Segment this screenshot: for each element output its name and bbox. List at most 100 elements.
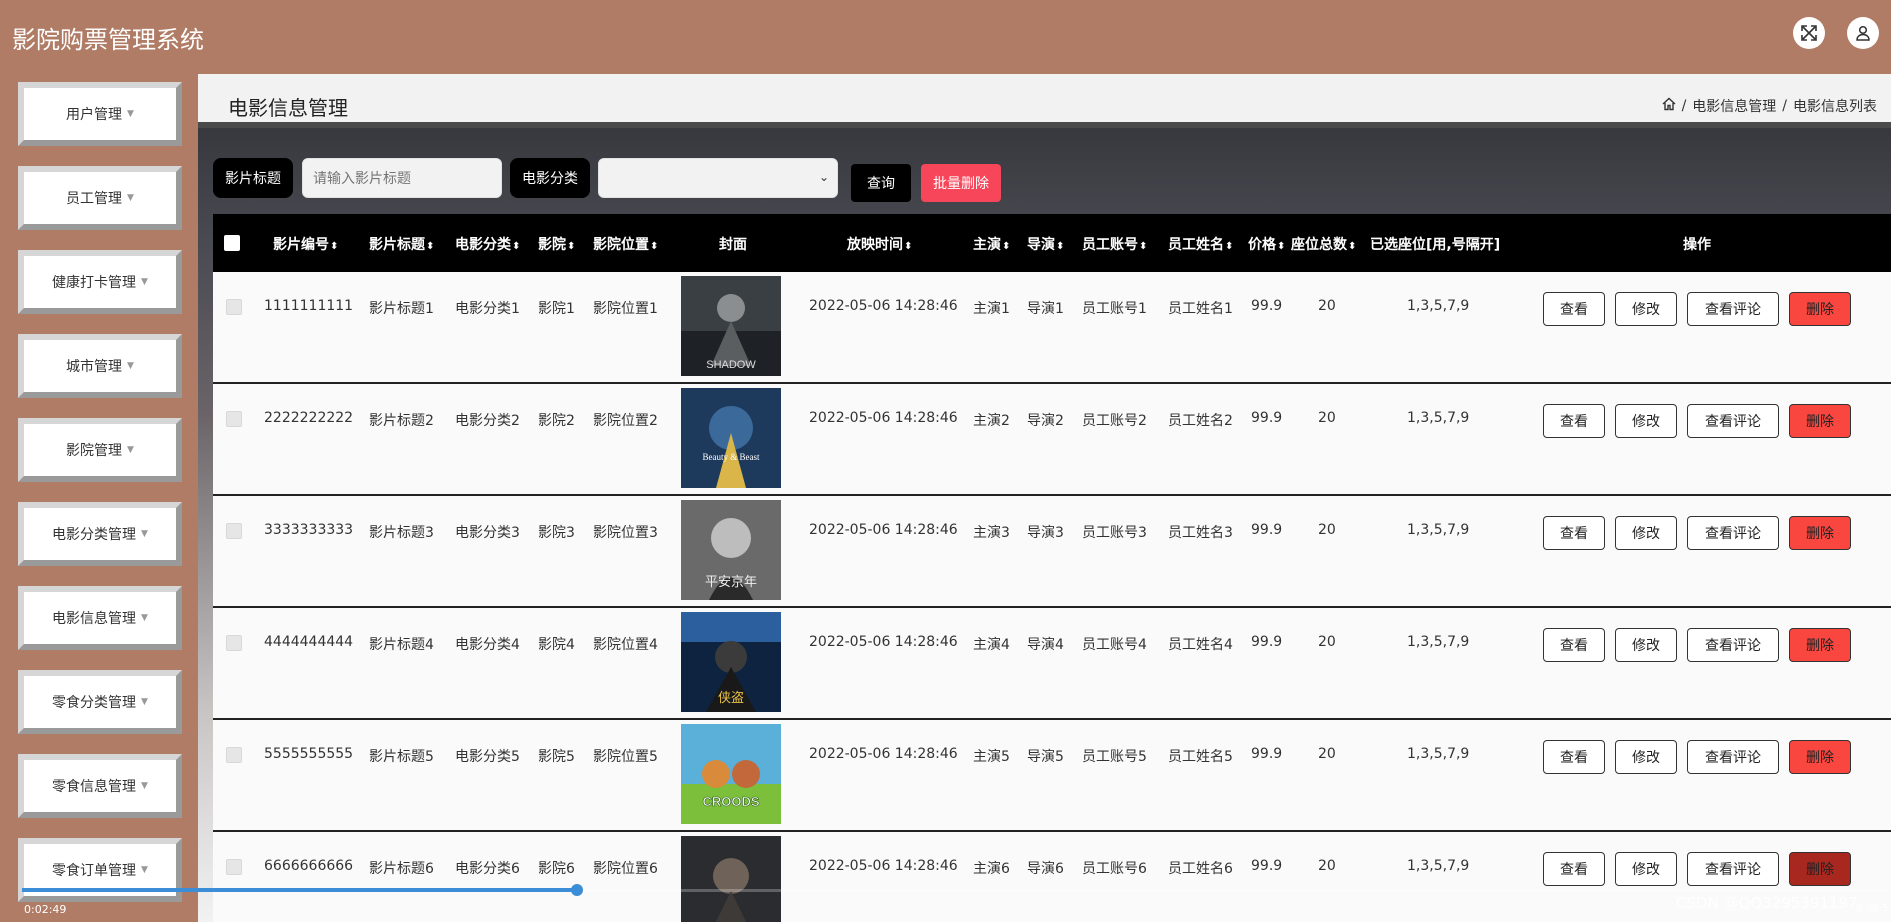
view-comments-button[interactable]: 查看评论	[1687, 740, 1779, 774]
cell-staff-name: 员工姓名3	[1168, 525, 1233, 541]
sidebar-item-user[interactable]: 用户管理 ▼	[18, 82, 182, 146]
sort-icon[interactable]: ⬍	[1056, 241, 1064, 252]
breadcrumb: / 电影信息管理 / 电影信息列表	[1662, 96, 1877, 116]
sort-icon[interactable]: ⬍	[1002, 241, 1010, 252]
row-checkbox[interactable]	[226, 411, 242, 427]
view-button[interactable]: 查看	[1543, 516, 1605, 550]
sidebar-item-snack-category[interactable]: 零食分类管理 ▼	[18, 670, 182, 734]
header-category[interactable]: 电影分类⬍	[455, 234, 520, 254]
header-staff-name[interactable]: 员工姓名⬍	[1168, 234, 1233, 254]
sort-icon[interactable]: ⬍	[1225, 241, 1233, 252]
breadcrumb-level1[interactable]: 电影信息管理	[1692, 96, 1776, 116]
cell-location: 影院位置5	[593, 749, 658, 765]
row-checkbox[interactable]	[226, 523, 242, 539]
select-all-checkbox[interactable]	[224, 235, 240, 251]
cell-cinema: 影院4	[538, 637, 575, 653]
expand-icon[interactable]	[1793, 17, 1825, 49]
view-comments-button[interactable]: 查看评论	[1687, 516, 1779, 550]
row-checkbox[interactable]	[226, 747, 242, 763]
header-cinema[interactable]: 影院⬍	[538, 234, 575, 254]
view-button[interactable]: 查看	[1543, 292, 1605, 326]
delete-button[interactable]: 删除	[1789, 740, 1851, 774]
sidebar-item-movie-info[interactable]: 电影信息管理 ▼	[18, 586, 182, 650]
cell-price: 99.9	[1251, 522, 1283, 538]
category-select[interactable]: ⌄	[598, 158, 838, 198]
sidebar-item-label: 电影信息管理	[52, 611, 137, 627]
delete-button[interactable]: 删除	[1789, 628, 1851, 662]
row-checkbox[interactable]	[226, 299, 242, 315]
sort-icon[interactable]: ⬍	[650, 241, 658, 252]
sidebar-item-label: 电影分类管理	[52, 527, 137, 543]
cell-staff-name: 员工姓名1	[1168, 301, 1233, 317]
sidebar-item-snack-info[interactable]: 零食信息管理 ▼	[18, 754, 182, 818]
view-button[interactable]: 查看	[1543, 852, 1605, 886]
header-showtime[interactable]: 放映时间⬍	[847, 234, 912, 254]
table-row: 3333333333 影片标题3 电影分类3 影院3 影院位置3 平安京年 20…	[213, 496, 1891, 608]
batch-delete-button[interactable]: 批量删除	[921, 164, 1001, 202]
sidebar-item-health-checkin[interactable]: 健康打卡管理 ▼	[18, 250, 182, 314]
cell-director: 导演5	[1027, 749, 1064, 765]
sidebar-item-movie-category[interactable]: 电影分类管理 ▼	[18, 502, 182, 566]
sort-icon[interactable]: ⬍	[904, 241, 912, 252]
breadcrumb-level2: 电影信息列表	[1793, 99, 1877, 115]
cell-showtime: 2022-05-06 14:28:46	[809, 746, 958, 762]
header-price[interactable]: 价格⬍	[1248, 234, 1285, 254]
sort-icon[interactable]: ⬍	[512, 241, 520, 252]
view-button[interactable]: 查看	[1543, 628, 1605, 662]
sort-icon[interactable]: ⬍	[1348, 241, 1356, 252]
header-lead[interactable]: 主演⬍	[973, 234, 1010, 254]
chevron-down-icon: ▼	[141, 613, 148, 623]
cell-seats: 20	[1318, 298, 1336, 314]
edit-button[interactable]: 修改	[1615, 516, 1677, 550]
view-button[interactable]: 查看	[1543, 404, 1605, 438]
row-checkbox[interactable]	[226, 635, 242, 651]
query-button[interactable]: 查询	[851, 164, 911, 202]
delete-button[interactable]: 删除	[1789, 292, 1851, 326]
delete-button[interactable]: 删除	[1789, 404, 1851, 438]
video-current-time: 0:02:49	[24, 903, 67, 916]
title-search-input[interactable]	[302, 158, 502, 198]
sort-icon[interactable]: ⬍	[330, 241, 338, 252]
cell-showtime: 2022-05-06 14:28:46	[809, 410, 958, 426]
cell-category: 电影分类2	[455, 413, 520, 429]
cell-price: 99.9	[1251, 746, 1283, 762]
header-director[interactable]: 导演⬍	[1027, 234, 1064, 254]
sidebar-item-staff[interactable]: 员工管理 ▼	[18, 166, 182, 230]
view-comments-button[interactable]: 查看评论	[1687, 628, 1779, 662]
sidebar-item-city[interactable]: 城市管理 ▼	[18, 334, 182, 398]
header-location[interactable]: 影院位置⬍	[593, 234, 658, 254]
header-seats[interactable]: 座位总数⬍	[1291, 234, 1356, 254]
edit-button[interactable]: 修改	[1615, 404, 1677, 438]
movie-table: 影片编号⬍ 影片标题⬍ 电影分类⬍ 影院⬍ 影院位置⬍ 封面 放映时间⬍ 主演⬍…	[213, 214, 1891, 922]
cell-id: 4444444444	[264, 634, 354, 650]
cell-seats: 20	[1318, 746, 1336, 762]
cell-lead: 主演2	[973, 413, 1010, 429]
view-comments-button[interactable]: 查看评论	[1687, 852, 1779, 886]
sort-icon[interactable]: ⬍	[1139, 241, 1147, 252]
delete-button[interactable]: 删除	[1789, 516, 1851, 550]
view-button[interactable]: 查看	[1543, 740, 1605, 774]
sidebar-item-cinema[interactable]: 影院管理 ▼	[18, 418, 182, 482]
delete-button[interactable]: 删除	[1789, 852, 1851, 886]
header-staff-account[interactable]: 员工账号⬍	[1082, 234, 1147, 254]
cell-staff-account: 员工账号3	[1082, 525, 1147, 541]
cell-lead: 主演4	[973, 637, 1010, 653]
sort-icon[interactable]: ⬍	[567, 241, 575, 252]
chevron-down-icon: ▼	[141, 529, 148, 539]
home-icon[interactable]	[1662, 97, 1676, 115]
row-checkbox[interactable]	[226, 859, 242, 875]
table-row: 5555555555 影片标题5 电影分类5 影院5 影院位置5 CROODS …	[213, 720, 1891, 832]
header-title[interactable]: 影片标题⬍	[369, 234, 434, 254]
edit-button[interactable]: 修改	[1615, 292, 1677, 326]
edit-button[interactable]: 修改	[1615, 740, 1677, 774]
video-progress-handle[interactable]	[571, 884, 583, 896]
edit-button[interactable]: 修改	[1615, 628, 1677, 662]
view-comments-button[interactable]: 查看评论	[1687, 404, 1779, 438]
sidebar-item-snack-order[interactable]: 零食订单管理 ▼	[18, 838, 182, 902]
header-id[interactable]: 影片编号⬍	[273, 234, 338, 254]
sort-icon[interactable]: ⬍	[426, 241, 434, 252]
view-comments-button[interactable]: 查看评论	[1687, 292, 1779, 326]
sort-icon[interactable]: ⬍	[1277, 241, 1285, 252]
edit-button[interactable]: 修改	[1615, 852, 1677, 886]
user-icon[interactable]	[1847, 17, 1879, 49]
